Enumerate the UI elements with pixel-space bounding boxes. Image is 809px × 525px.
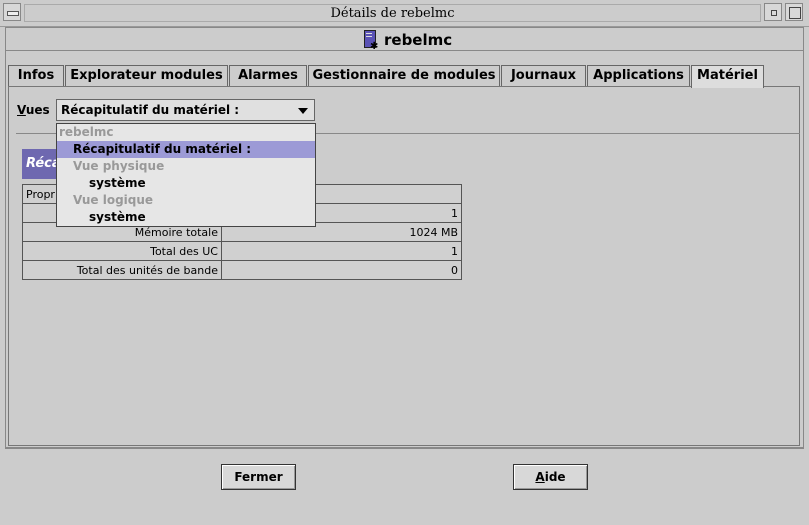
window-title: Détails de rebelmc: [24, 4, 761, 22]
help-button[interactable]: Aide: [513, 464, 588, 490]
views-label: Vues: [17, 103, 50, 117]
views-selected-value: Récapitulatif du matériel :: [61, 103, 240, 117]
row-value: 0: [221, 260, 462, 280]
table-row: Total des unités de bande 0: [22, 260, 462, 280]
close-button[interactable]: Fermer: [221, 464, 296, 490]
host-computer-icon: ✱: [362, 30, 378, 52]
host-name: rebelmc: [384, 31, 453, 49]
tab-gestionnaire-de-modules[interactable]: Gestionnaire de modules: [308, 65, 500, 86]
row-label: Total des unités de bande: [22, 260, 222, 280]
window-menu-button[interactable]: [3, 3, 21, 21]
dropdown-item-hardware-summary[interactable]: Récapitulatif du matériel :: [57, 141, 315, 158]
dropdown-group-physical-view[interactable]: Vue physique: [57, 158, 315, 175]
tab-explorateur-modules[interactable]: Explorateur modules: [65, 65, 228, 86]
maximize-button[interactable]: [785, 3, 803, 21]
window-menu-icon: [7, 11, 19, 16]
row-label: Total des UC: [22, 241, 222, 261]
window-titlebar: Détails de rebelmc: [0, 0, 809, 27]
footer-divider: [5, 448, 804, 449]
tab-applications[interactable]: Applications: [587, 65, 690, 86]
tab-materiel[interactable]: Matériel: [691, 65, 764, 88]
table-row: Total des UC 1: [22, 241, 462, 261]
dropdown-group-rebelmc[interactable]: rebelmc: [57, 124, 315, 141]
maximize-icon: [789, 7, 801, 19]
chevron-down-icon[interactable]: [298, 108, 308, 114]
row-value: 1: [221, 241, 462, 261]
tab-journaux[interactable]: Journaux: [501, 65, 586, 86]
dropdown-group-logical-view[interactable]: Vue logique: [57, 192, 315, 209]
minimize-icon: [771, 10, 777, 16]
views-dropdown-list: rebelmc Récapitulatif du matériel : Vue …: [56, 123, 316, 227]
dropdown-item-logical-system[interactable]: système: [57, 209, 315, 226]
dropdown-item-physical-system[interactable]: système: [57, 175, 315, 192]
minimize-button[interactable]: [764, 3, 782, 21]
tab-infos[interactable]: Infos: [8, 65, 64, 86]
views-combobox[interactable]: Récapitulatif du matériel :: [56, 99, 315, 121]
host-title: ✱ rebelmc: [362, 29, 453, 52]
tab-alarmes[interactable]: Alarmes: [229, 65, 307, 86]
